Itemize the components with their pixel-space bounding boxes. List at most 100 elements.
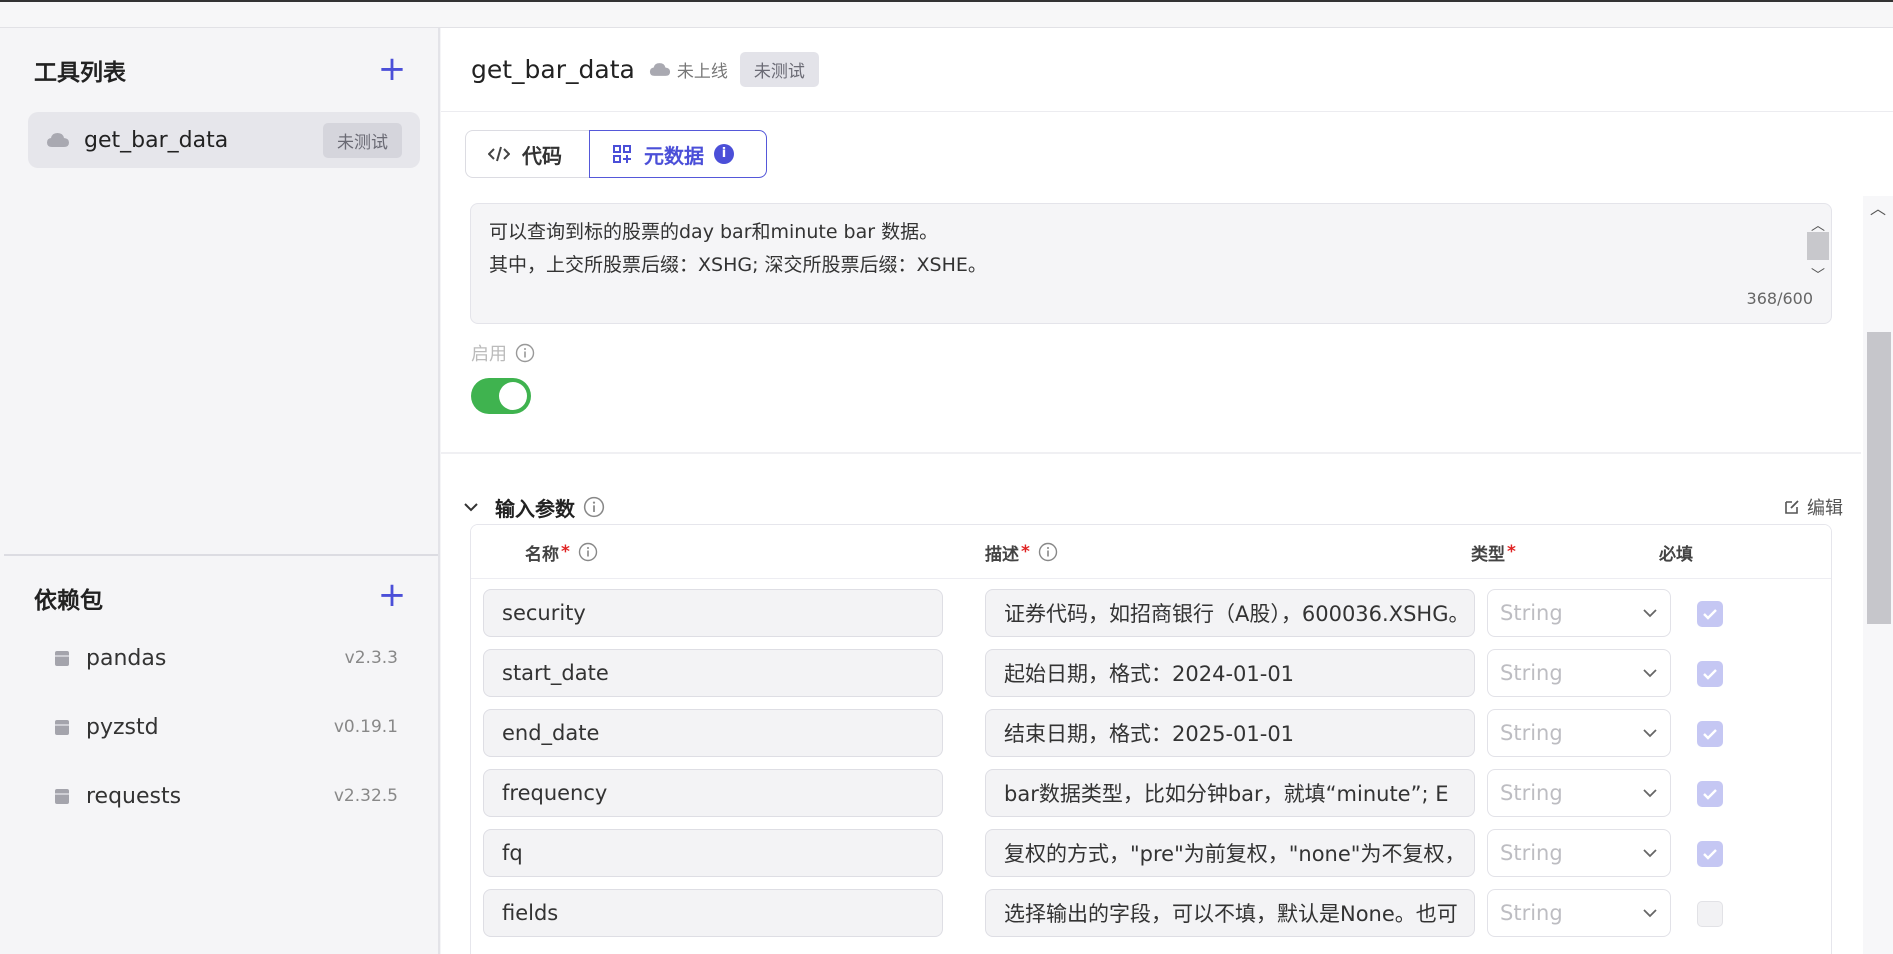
tools-title: 工具列表 — [34, 60, 126, 86]
info-icon: i — [714, 144, 734, 164]
package-icon — [55, 720, 69, 735]
param-name-input[interactable]: start_date — [483, 649, 943, 697]
tools-panel: 工具列表 + get_bar_data 未测试 — [4, 28, 438, 554]
table-row: fields 选择输出的字段，可以不填，默认是None。也可 String — [471, 879, 1831, 939]
info-icon — [1038, 542, 1058, 562]
check-icon — [1703, 669, 1717, 680]
scroll-down-icon[interactable]: ﹀ — [1807, 260, 1829, 284]
code-icon — [488, 146, 510, 162]
info-icon — [515, 343, 535, 363]
param-name-input[interactable]: security — [483, 589, 943, 637]
edit-button[interactable]: 编辑 — [1783, 494, 1843, 520]
dependency-version: v2.3.3 — [344, 648, 398, 668]
tool-status-badge: 未测试 — [323, 122, 402, 158]
check-icon — [1703, 609, 1717, 620]
table-row: frequency bar数据类型，比如分钟bar，就填“minute”; E St… — [471, 759, 1831, 819]
param-required-checkbox[interactable] — [1697, 661, 1723, 687]
tab-metadata[interactable]: 元数据 i — [589, 130, 767, 178]
table-row: security 证券代码，如招商银行（A股），600036.XSHG。 Strin… — [471, 579, 1831, 639]
tool-item[interactable]: get_bar_data 未测试 — [28, 112, 420, 168]
param-type-select[interactable]: String — [1487, 769, 1671, 817]
dependency-item[interactable]: pandas v2.3.3 — [54, 638, 398, 678]
param-name-input[interactable]: end_date — [483, 709, 943, 757]
check-icon — [1703, 789, 1717, 800]
scroll-up-icon[interactable]: ︿ — [1807, 210, 1829, 234]
package-icon — [55, 789, 69, 804]
main-panel: get_bar_data 未上线 未测试 代码 元数据 i 可以查询到标的股票的… — [441, 28, 1893, 954]
param-type-select[interactable]: String — [1487, 649, 1671, 697]
param-type-select[interactable]: String — [1487, 589, 1671, 637]
add-dependency-button[interactable]: + — [376, 578, 408, 612]
param-required-checkbox[interactable] — [1697, 721, 1723, 747]
dependency-item[interactable]: pyzstd v0.19.1 — [54, 707, 398, 747]
cloud-icon — [47, 133, 69, 147]
tab-code[interactable]: 代码 — [465, 130, 589, 178]
description-scrollbar[interactable]: ︿ ﹀ — [1807, 210, 1829, 288]
edit-icon — [1785, 500, 1799, 514]
section-title: 输入参数 — [495, 496, 575, 521]
params-table: 名称 * 描述 * 类型 * 必填 security 证券代码，如招商银行（A股），60… — [470, 524, 1832, 954]
deploy-status-label: 未上线 — [676, 62, 728, 82]
param-type-value: String — [1500, 781, 1563, 805]
cloud-icon — [649, 63, 670, 76]
divider — [441, 452, 1861, 454]
main-scrollbar[interactable]: ︿ — [1863, 196, 1893, 954]
dependency-name: pandas — [86, 645, 167, 671]
param-required-checkbox[interactable] — [1697, 781, 1723, 807]
package-icon — [55, 651, 69, 666]
deploy-status: 未上线 — [649, 57, 728, 82]
param-desc-input[interactable]: 复权的方式，"pre"为前复权，"none"为不复权， — [985, 829, 1475, 877]
enable-toggle[interactable] — [471, 378, 531, 414]
param-type-select[interactable]: String — [1487, 829, 1671, 877]
dependency-item[interactable]: requests v2.32.5 — [54, 776, 398, 816]
page-title: get_bar_data — [471, 55, 635, 84]
param-type-value: String — [1500, 661, 1563, 685]
param-desc-input[interactable]: 证券代码，如招商银行（A股），600036.XSHG。 — [985, 589, 1475, 637]
test-status-badge: 未测试 — [739, 52, 819, 87]
param-desc-input[interactable]: bar数据类型，比如分钟bar，就填“minute”; E — [985, 769, 1475, 817]
param-required-checkbox[interactable] — [1697, 901, 1723, 927]
table-header: 名称 * 描述 * 类型 * 必填 — [471, 525, 1831, 579]
enable-label: 启用 — [471, 344, 507, 365]
param-name-input[interactable]: fq — [483, 829, 943, 877]
add-tool-button[interactable]: + — [376, 52, 408, 86]
chevron-down-icon — [1643, 669, 1657, 678]
table-row: end_date 结束日期，格式：2025-01-01 String — [471, 699, 1831, 759]
param-name-input[interactable]: frequency — [483, 769, 943, 817]
edit-label: 编辑 — [1807, 498, 1843, 519]
description-line-2: 其中，上交所股票后缀：XSHG; 深交所股票后缀：XSHE。 — [489, 254, 987, 276]
param-name-input[interactable]: fields — [483, 889, 943, 937]
grid-icon — [613, 145, 631, 163]
param-desc-input[interactable]: 结束日期，格式：2025-01-01 — [985, 709, 1475, 757]
chevron-down-icon[interactable] — [463, 497, 479, 518]
scrollbar-thumb[interactable] — [1867, 332, 1891, 624]
sidebar: 工具列表 + get_bar_data 未测试 依赖包 + pandas v2.… — [0, 28, 440, 954]
chevron-down-icon — [1643, 909, 1657, 918]
chevron-down-icon — [1643, 609, 1657, 618]
dependency-name: requests — [86, 783, 182, 809]
input-params-header: 输入参数 编辑 — [463, 490, 1843, 524]
tab-bar: 代码 元数据 i — [465, 130, 767, 178]
enable-field: 启用 — [471, 340, 535, 366]
info-icon — [578, 542, 598, 562]
param-required-checkbox[interactable] — [1697, 841, 1723, 867]
param-type-select[interactable]: String — [1487, 889, 1671, 937]
param-type-value: String — [1500, 841, 1563, 865]
char-count: 368/600 — [1746, 289, 1813, 308]
description-textarea[interactable]: 可以查询到标的股票的day bar和minute bar 数据。 其中，上交所股… — [470, 203, 1832, 324]
col-required-header: 必填 — [1659, 544, 1693, 565]
param-desc-input[interactable]: 起始日期，格式：2024-01-01 — [985, 649, 1475, 697]
param-type-value: String — [1500, 601, 1563, 625]
info-icon — [583, 496, 605, 518]
table-row: fq 复权的方式，"pre"为前复权，"none"为不复权， String — [471, 819, 1831, 879]
check-icon — [1703, 729, 1717, 740]
param-desc-input[interactable]: 选择输出的字段，可以不填，默认是None。也可 — [985, 889, 1475, 937]
param-type-value: String — [1500, 901, 1563, 925]
tab-metadata-label: 元数据 — [644, 143, 704, 168]
dependencies-panel: 依赖包 + pandas v2.3.3 pyzstd v0.19.1 reque… — [4, 554, 438, 954]
param-required-checkbox[interactable] — [1697, 601, 1723, 627]
scrollbar-thumb[interactable] — [1807, 232, 1829, 260]
scroll-up-icon[interactable]: ︿ — [1863, 196, 1893, 222]
chevron-down-icon — [1643, 849, 1657, 858]
param-type-select[interactable]: String — [1487, 709, 1671, 757]
